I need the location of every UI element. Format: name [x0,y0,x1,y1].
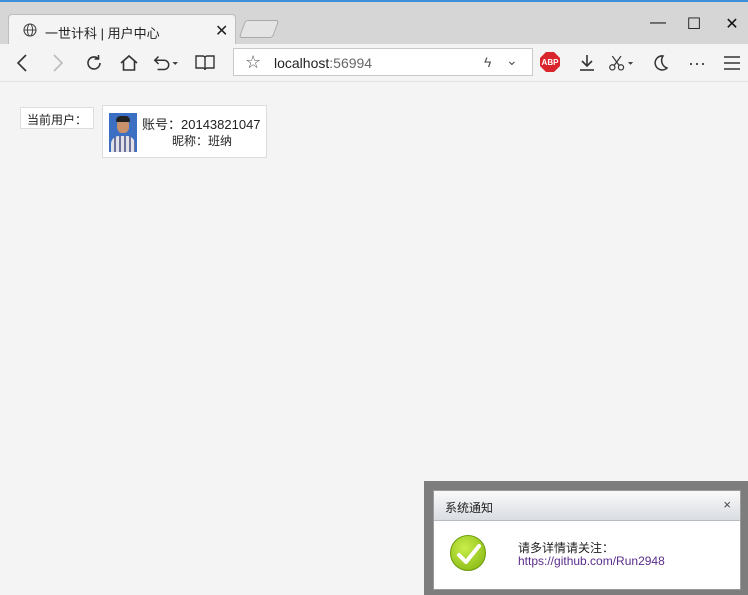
window-close-icon[interactable]: ✕ [720,14,744,34]
reading-view-icon[interactable] [192,50,218,76]
lightning-icon[interactable]: ϟ [484,54,491,70]
maximize-icon[interactable]: ☐ [682,14,706,34]
minimize-icon[interactable]: — [646,14,670,32]
notification-title: 系统通知 [445,501,494,515]
user-card: 账号：20143821047 昵称：班纳 [102,105,267,158]
tab-close-icon[interactable]: ✕ [215,21,228,41]
notification-message: 请多详情请关注： [518,541,615,555]
tab-active[interactable]: 一世计科 | 用户中心 ✕ [8,14,236,46]
github-link[interactable]: https://github.com/Run2948 [518,554,665,568]
forward-icon[interactable] [45,50,71,76]
back-icon[interactable] [9,50,35,76]
nickname-text: 昵称：班纳 [172,134,233,148]
globe-icon [23,23,37,37]
abp-icon[interactable]: ABP [540,52,560,72]
success-check-icon [450,535,486,571]
notification-close-icon[interactable]: × [723,497,731,512]
chevron-down-icon[interactable]: ⌄ [506,52,518,69]
notification-header: 系统通知 × [434,491,740,521]
download-icon[interactable] [574,50,600,76]
home-icon[interactable] [116,50,142,76]
tab-title: 一世计科 | 用户中心 [45,26,160,41]
avatar [109,113,137,152]
more-icon[interactable]: ··· [684,50,710,76]
refresh-icon[interactable] [81,50,107,76]
current-user-label: 当前用户： [20,107,95,129]
account-text: 账号：20143821047 [142,117,261,132]
notification-popup: 系统通知 × 请多详情请关注： https://github.com/Run29… [433,490,741,590]
favorite-star-icon[interactable]: ☆ [245,52,261,73]
new-tab-button[interactable] [238,20,280,38]
moon-icon[interactable] [647,50,673,76]
undo-icon[interactable] [152,50,178,76]
menu-icon[interactable] [719,50,745,76]
scissors-icon[interactable] [608,50,634,76]
url-text[interactable]: localhost:56994 [274,55,372,71]
address-bar[interactable]: ☆ localhost:56994 ϟ ⌄ [233,48,533,76]
browser-toolbar: ☆ localhost:56994 ϟ ⌄ ABP ··· [0,44,748,82]
browser-titlebar: 一世计科 | 用户中心 ✕ — ☐ ✕ [0,0,748,46]
